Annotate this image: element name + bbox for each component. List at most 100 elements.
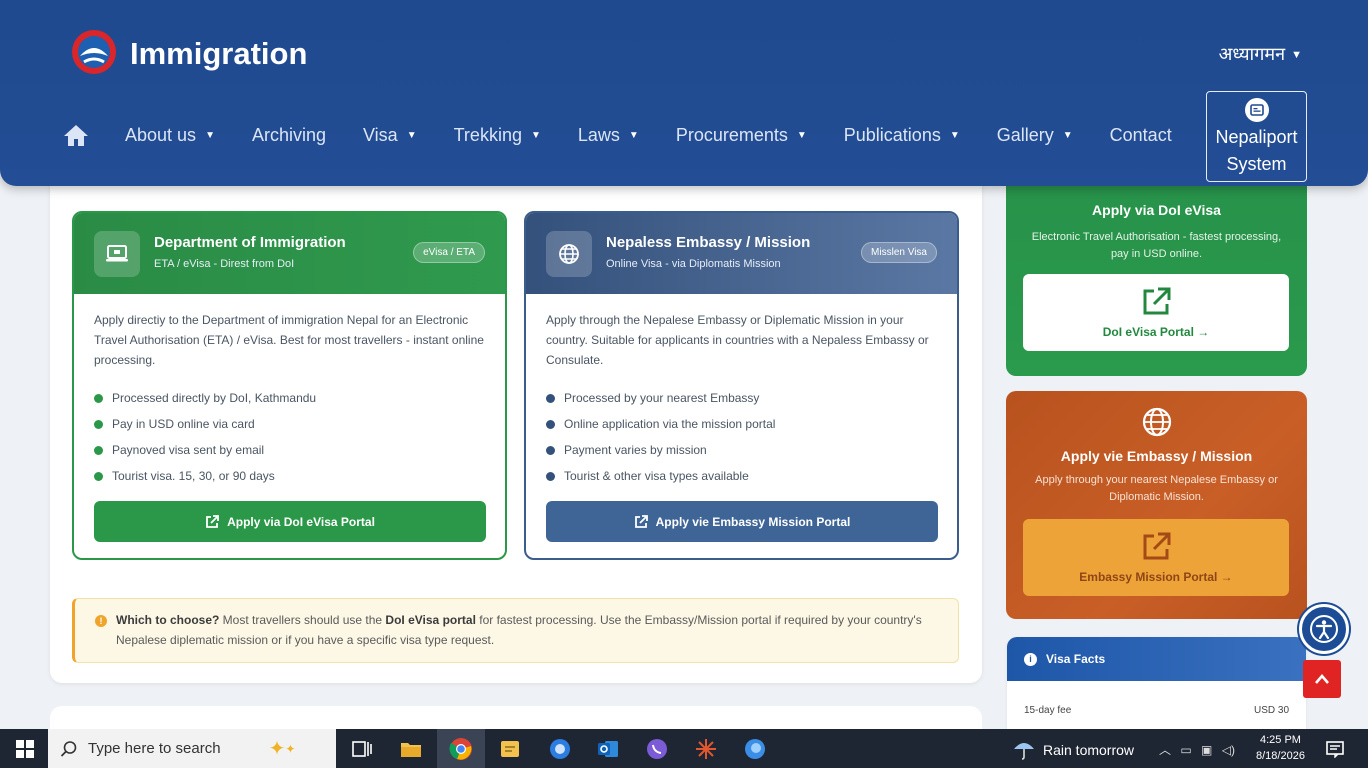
- option-doi-card: Department of Immigration ETA / eVisa - …: [72, 211, 507, 560]
- info-icon: !: [95, 615, 107, 627]
- check-icon: [546, 445, 555, 455]
- visa-facts-row: 15-day fee USD 30: [1024, 705, 1289, 716]
- nav-label: Archiving: [251, 124, 326, 145]
- point-text: Tourist & other visa types available: [564, 469, 749, 483]
- list-item: Processed by your nearest Embassy: [546, 385, 775, 411]
- edge-like-icon[interactable]: [743, 737, 767, 761]
- weather-text: Rain tomorrow: [1043, 742, 1135, 758]
- visa-facts-panel: i Visa Facts 15-day fee USD 30: [1007, 637, 1306, 737]
- check-icon: [94, 471, 103, 481]
- weather-widget[interactable]: Rain tomorrow: [1012, 739, 1134, 761]
- list-item: Tourist & other visa types available: [546, 463, 775, 489]
- external-link-icon: [634, 514, 648, 528]
- apply-doi-evisa-button[interactable]: Apply via DoI eVisa Portal: [94, 501, 486, 542]
- visa-facts-title: Visa Facts: [1046, 652, 1106, 666]
- nav-gallery[interactable]: Gallery ▼: [997, 125, 1073, 146]
- point-text: Online application via the mission porta…: [564, 417, 776, 431]
- nav-archiving[interactable]: Archiving: [252, 125, 326, 146]
- umbrella-rain-icon: [1014, 743, 1034, 760]
- battery-icon: ▭: [1180, 743, 1192, 757]
- option-doi-subtitle: ETA / eVisa - Direst from DoI: [154, 258, 295, 270]
- info-icon: i: [1024, 652, 1037, 666]
- site-header: Immigration अध्यागमन ▼ About us ▼ Archivin…: [0, 0, 1368, 186]
- point-text: Pay in USD online via card: [112, 417, 255, 431]
- check-icon: [546, 419, 555, 429]
- embassy-mission-portal-link[interactable]: Embassy Mission Portal →: [1023, 519, 1289, 596]
- note-text-1: Most travellers should use the: [219, 613, 386, 627]
- taskbar-clock[interactable]: 4:25 PM 8/18/2026: [1256, 732, 1305, 764]
- home-icon[interactable]: [62, 123, 90, 147]
- nav-label: About us: [125, 124, 197, 145]
- chevron-up-icon: ︿: [1159, 743, 1172, 757]
- nav-procurements[interactable]: Procurements ▼: [676, 125, 807, 146]
- search-placeholder: Type here to search: [88, 740, 221, 757]
- file-explorer-icon[interactable]: [399, 737, 423, 761]
- chrome-icon[interactable]: [449, 737, 473, 761]
- note-lead: Which to choose?: [116, 613, 220, 627]
- list-item: Payment varies by mission: [546, 437, 775, 463]
- check-icon: [94, 393, 103, 403]
- which-to-choose-note: ! Which to choose? Most travellers shoul…: [72, 598, 959, 663]
- scroll-to-top-button[interactable]: [1303, 660, 1341, 698]
- option-embassy-description: Apply through the Nepalese Embassy or Di…: [546, 313, 929, 367]
- globe-icon: [546, 231, 592, 277]
- chevron-down-icon: ▼: [406, 129, 417, 141]
- link-label: Embassy Mission Portal →: [1079, 569, 1233, 584]
- clock-time: 4:25 PM: [1259, 734, 1301, 746]
- option-doi-badge: eVisa / ETA: [413, 242, 485, 263]
- language-switcher[interactable]: अध्यागमन ▼: [1219, 42, 1302, 66]
- option-doi-title: Department of Immigration: [154, 234, 346, 251]
- nav-label: Trekking: [453, 124, 522, 145]
- network-icon: ▣: [1201, 743, 1213, 757]
- sparkle-app-icon[interactable]: [694, 737, 718, 761]
- nav-about-us[interactable]: About us ▼: [125, 125, 215, 146]
- windows-start-icon[interactable]: [16, 740, 34, 758]
- chevron-down-icon: ▼: [949, 129, 960, 141]
- site-title[interactable]: Immigration: [130, 36, 307, 72]
- fact-label: 15-day fee: [1024, 705, 1072, 716]
- passport-icon: [1244, 98, 1269, 122]
- nav-label: Contact: [1109, 124, 1172, 145]
- external-link-icon: [1143, 532, 1171, 559]
- sidebar-evisa-description: Electronic Travel Authorisation - fastes…: [1031, 231, 1282, 260]
- nav-trekking[interactable]: Trekking ▼: [454, 125, 541, 146]
- chevron-down-icon: ▼: [530, 129, 541, 141]
- option-embassy-card: Nepaless Embassy / Mission Online Visa -…: [524, 211, 959, 560]
- task-view-icon[interactable]: [350, 737, 374, 761]
- laptop-icon: [94, 231, 140, 277]
- notification-icon[interactable]: [1326, 740, 1344, 758]
- point-text: Paynoved visa sent by email: [112, 443, 265, 457]
- button-label: Apply vie Embassy Mission Portal: [655, 514, 851, 529]
- check-icon: [94, 419, 103, 429]
- option-doi-description: Apply directiy to the Department of immi…: [94, 313, 484, 367]
- system-tray[interactable]: ︿ ▭ ▣ ◁): [1159, 741, 1235, 758]
- notes-app-icon[interactable]: [498, 737, 522, 761]
- apply-embassy-portal-button[interactable]: Apply vie Embassy Mission Portal: [546, 501, 938, 542]
- accessibility-icon: [1310, 615, 1338, 643]
- taskbar-search-box[interactable]: Type here to search ✦ ✦: [48, 729, 336, 768]
- list-item: Paynoved visa sent by email: [94, 437, 316, 463]
- check-icon: [94, 445, 103, 455]
- button-label: Apply via DoI eVisa Portal: [227, 514, 375, 529]
- nepaliport-system-button[interactable]: Nepaliport System: [1206, 91, 1307, 182]
- sparkle-icon: ✦: [285, 741, 296, 756]
- sidebar-embassy-panel: Apply vie Embassy / Mission Apply throug…: [1006, 391, 1307, 619]
- external-link-icon: [1143, 287, 1171, 314]
- outlook-icon[interactable]: [596, 737, 620, 761]
- viber-icon[interactable]: [645, 737, 669, 761]
- nepaliport-label-2: System: [1226, 154, 1287, 174]
- list-item: Pay in USD online via card: [94, 411, 316, 437]
- nav-label: Gallery: [996, 124, 1054, 145]
- doi-evisa-portal-link[interactable]: DoI eVisa Portal →: [1023, 274, 1289, 351]
- nav-contact[interactable]: Contact: [1110, 125, 1172, 146]
- messaging-app-icon[interactable]: [548, 737, 572, 761]
- option-doi-points: Processed directly by DoI, Kathmandu Pay…: [94, 385, 316, 489]
- note-text: Which to choose? Most travellers should …: [116, 610, 946, 650]
- search-icon: [60, 740, 77, 757]
- immigration-logo[interactable]: [66, 26, 122, 78]
- nav-visa[interactable]: Visa ▼: [363, 125, 417, 146]
- nav-publications[interactable]: Publications ▼: [844, 125, 960, 146]
- accessibility-button[interactable]: [1299, 604, 1349, 654]
- nav-laws[interactable]: Laws ▼: [578, 125, 639, 146]
- list-item: Tourist visa. 15, 30, or 90 days: [94, 463, 316, 489]
